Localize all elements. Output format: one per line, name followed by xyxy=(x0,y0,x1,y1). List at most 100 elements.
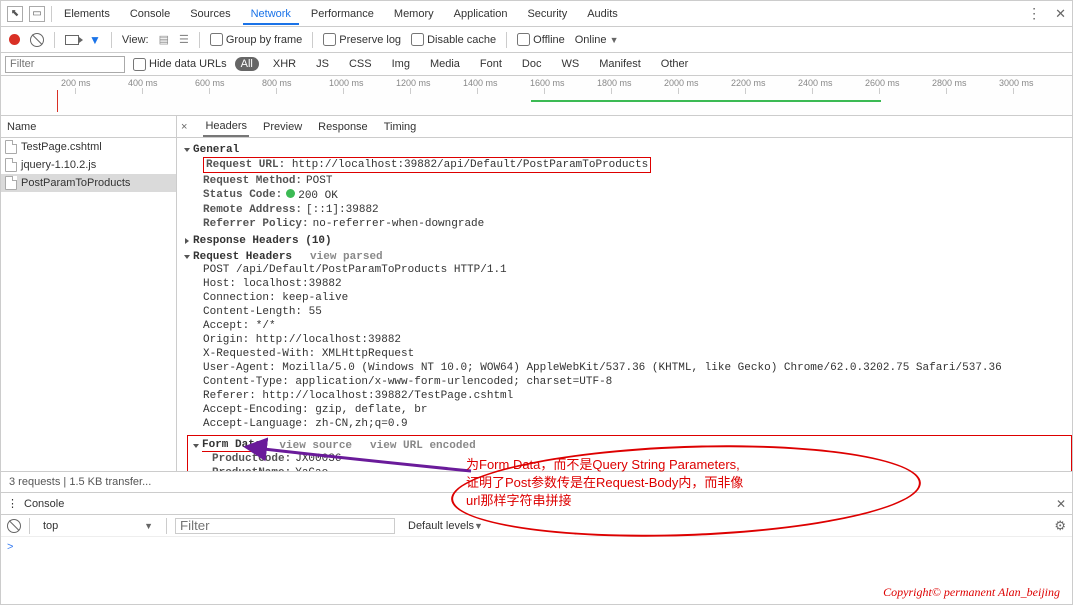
detail-tabs: × Headers Preview Response Timing xyxy=(177,116,1072,138)
view-label: View: xyxy=(122,34,149,46)
preserve-log-checkbox[interactable]: Preserve log xyxy=(323,33,401,46)
request-row[interactable]: TestPage.cshtml xyxy=(1,138,176,156)
status-bar: 3 requests | 1.5 KB transfer... xyxy=(1,471,1072,492)
close-drawer-icon[interactable]: ✕ xyxy=(1056,497,1066,511)
timeline-tick: 200 ms xyxy=(61,78,91,88)
timeline-tick: 800 ms xyxy=(262,78,292,88)
filter-all[interactable]: All xyxy=(235,57,259,71)
gear-icon[interactable]: ⚙ xyxy=(1054,518,1066,534)
tab-headers[interactable]: Headers xyxy=(203,117,249,137)
tab-memory[interactable]: Memory xyxy=(386,3,442,25)
tab-elements[interactable]: Elements xyxy=(56,3,118,25)
tab-response[interactable]: Response xyxy=(316,118,370,136)
context-select[interactable]: top▼ xyxy=(38,518,158,534)
caret-right-icon xyxy=(185,238,189,244)
caret-down-icon xyxy=(193,444,199,448)
tab-console[interactable]: Console xyxy=(122,3,178,25)
filter-bar: Hide data URLs All XHR JS CSS Img Media … xyxy=(1,53,1072,76)
close-details-icon[interactable]: × xyxy=(181,121,187,133)
inspect-icon[interactable]: ⬉ xyxy=(7,6,23,22)
caret-down-icon xyxy=(184,255,190,259)
tab-security[interactable]: Security xyxy=(519,3,575,25)
divider xyxy=(51,6,52,22)
device-toggle-icon[interactable]: ▭ xyxy=(29,6,45,22)
disable-cache-checkbox[interactable]: Disable cache xyxy=(411,33,496,46)
timeline-bar xyxy=(531,100,881,102)
more-icon[interactable]: ⋮ xyxy=(1027,5,1041,22)
file-icon xyxy=(5,176,17,190)
request-list: Name TestPage.cshtml jquery-1.10.2.js Po… xyxy=(1,116,177,471)
devtools-tabs: ⬉ ▭ Elements Console Sources Network Per… xyxy=(1,1,1072,27)
file-icon xyxy=(5,140,17,154)
throttle-select[interactable]: Online ▼ xyxy=(575,34,619,46)
levels-select[interactable]: Default levels ▼ xyxy=(403,518,488,534)
timeline-tick: 2600 ms xyxy=(865,78,900,88)
timeline-tick: 2000 ms xyxy=(664,78,699,88)
record-icon[interactable] xyxy=(9,34,20,45)
tab-audits[interactable]: Audits xyxy=(579,3,626,25)
header-line: User-Agent: Mozilla/5.0 (Windows NT 10.0… xyxy=(185,361,1072,375)
group-by-frame-checkbox[interactable]: Group by frame xyxy=(210,33,302,46)
filter-manifest[interactable]: Manifest xyxy=(593,57,647,71)
console-prompt[interactable]: > xyxy=(1,536,1072,556)
close-devtools-icon[interactable]: ✕ xyxy=(1055,6,1066,22)
view-parsed-link[interactable]: view parsed xyxy=(310,251,383,263)
timeline-marker xyxy=(57,90,58,112)
tab-performance[interactable]: Performance xyxy=(303,3,382,25)
header-line: Content-Length: 55 xyxy=(185,305,1072,319)
filter-input[interactable] xyxy=(5,56,125,73)
hide-data-urls-checkbox[interactable]: Hide data URLs xyxy=(133,58,227,71)
header-line: Accept: */* xyxy=(185,319,1072,333)
request-row[interactable]: jquery-1.10.2.js xyxy=(1,156,176,174)
filter-css[interactable]: CSS xyxy=(343,57,378,71)
main-panel: Name TestPage.cshtml jquery-1.10.2.js Po… xyxy=(1,116,1072,471)
filter-xhr[interactable]: XHR xyxy=(267,57,302,71)
offline-checkbox[interactable]: Offline xyxy=(517,33,565,46)
waterfall-icon[interactable]: ☰ xyxy=(179,33,189,46)
clear-console-icon[interactable] xyxy=(7,519,21,533)
console-tab[interactable]: Console xyxy=(24,498,64,510)
timeline-tick: 400 ms xyxy=(128,78,158,88)
name-column-header[interactable]: Name xyxy=(1,116,176,138)
form-data-section-header[interactable]: Form Dataview sourceview URL encoded xyxy=(194,439,1065,452)
clear-icon[interactable] xyxy=(30,33,44,47)
request-name: PostParamToProducts xyxy=(21,177,130,189)
filter-ws[interactable]: WS xyxy=(555,57,585,71)
console-drawer-header: ⋮ Console ✕ xyxy=(1,492,1072,514)
timeline[interactable]: 200 ms400 ms600 ms800 ms1000 ms1200 ms14… xyxy=(1,76,1072,116)
console-menu-icon[interactable]: ⋮ xyxy=(7,497,18,510)
filter-doc[interactable]: Doc xyxy=(516,57,548,71)
response-headers-section-header[interactable]: Response Headers (10) xyxy=(185,235,1072,247)
general-section-header[interactable]: General xyxy=(185,144,1072,156)
header-line: Referer: http://localhost:39882/TestPage… xyxy=(185,389,1072,403)
timeline-tick: 1800 ms xyxy=(597,78,632,88)
view-source-link[interactable]: view source xyxy=(279,440,352,452)
filter-img[interactable]: Img xyxy=(386,57,416,71)
header-line: X-Requested-With: XMLHttpRequest xyxy=(185,347,1072,361)
filter-font[interactable]: Font xyxy=(474,57,508,71)
tab-sources[interactable]: Sources xyxy=(182,3,238,25)
timeline-tick: 1200 ms xyxy=(396,78,431,88)
tab-network[interactable]: Network xyxy=(243,3,299,25)
header-line: Content-Type: application/x-www-form-url… xyxy=(185,375,1072,389)
tab-timing[interactable]: Timing xyxy=(382,118,419,136)
filter-media[interactable]: Media xyxy=(424,57,466,71)
large-rows-icon[interactable]: ▤ xyxy=(159,33,169,46)
headers-body: General Request URL: http://localhost:39… xyxy=(177,138,1072,471)
timeline-tick: 3000 ms xyxy=(999,78,1034,88)
timeline-tick: 2200 ms xyxy=(731,78,766,88)
screenshot-icon[interactable] xyxy=(65,35,79,45)
view-url-encoded-link[interactable]: view URL encoded xyxy=(370,440,476,452)
filter-other[interactable]: Other xyxy=(655,57,695,71)
console-filter-input[interactable] xyxy=(175,518,395,534)
request-headers-section-header[interactable]: Request Headersview parsed xyxy=(185,251,1072,263)
request-row[interactable]: PostParamToProducts xyxy=(1,174,176,192)
timeline-tick: 2800 ms xyxy=(932,78,967,88)
request-name: jquery-1.10.2.js xyxy=(21,159,96,171)
tab-preview[interactable]: Preview xyxy=(261,118,304,136)
filter-toggle-icon[interactable]: ▼ xyxy=(89,33,101,47)
caret-down-icon xyxy=(184,148,190,152)
tab-application[interactable]: Application xyxy=(446,3,516,25)
timeline-tick: 1000 ms xyxy=(329,78,364,88)
filter-js[interactable]: JS xyxy=(310,57,335,71)
